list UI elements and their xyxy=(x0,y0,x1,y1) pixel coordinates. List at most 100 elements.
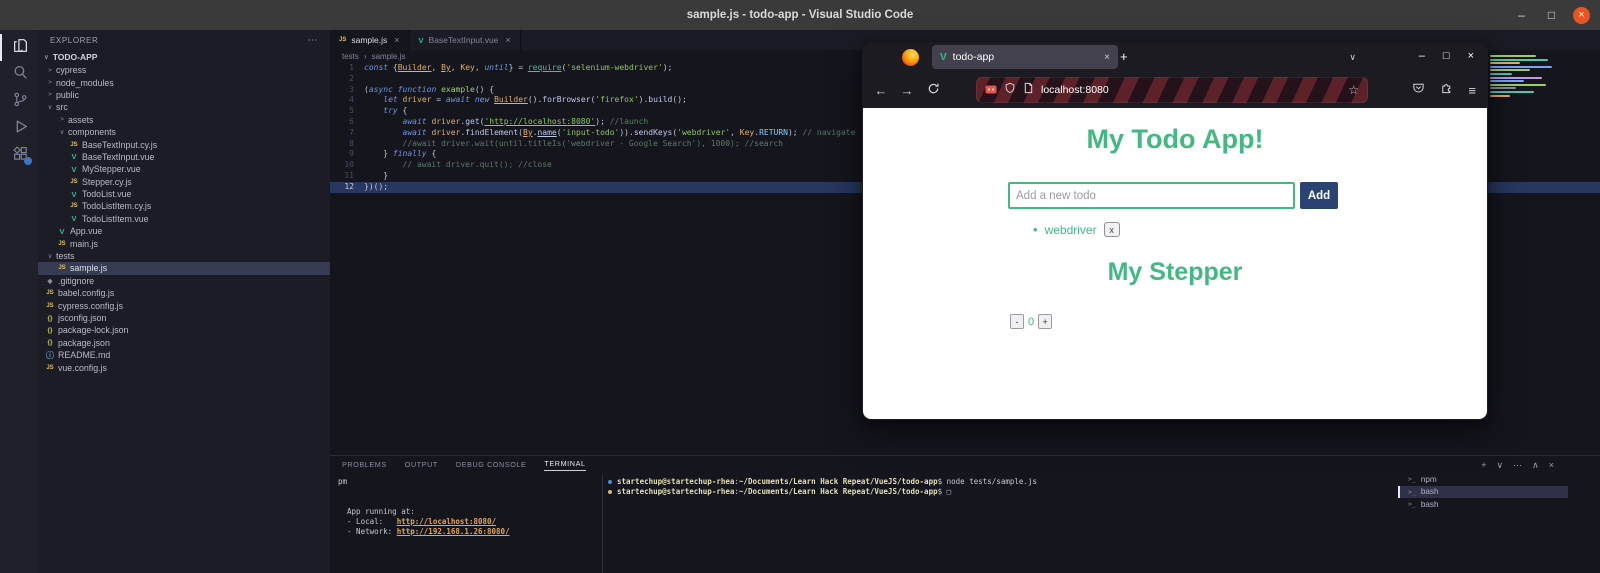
explorer-item-TodoListItem.vue[interactable]: V TodoListItem.vue xyxy=(38,213,330,225)
more-actions-icon[interactable]: ⋯ xyxy=(307,35,318,46)
bullet-icon: • xyxy=(1033,222,1038,237)
terminal-list-item-bash-2[interactable]: >_ bash xyxy=(1398,498,1568,511)
close-button[interactable]: × xyxy=(1468,50,1474,62)
file-label: .gitignore xyxy=(58,275,95,286)
list-tabs-chevron-icon[interactable]: ∨ xyxy=(1349,52,1356,63)
explorer-item-main.js[interactable]: JS main.js xyxy=(38,237,330,249)
pocket-icon[interactable] xyxy=(1412,81,1425,99)
close-tab-icon[interactable]: × xyxy=(394,35,399,45)
stepper-increment-button[interactable]: + xyxy=(1038,314,1053,329)
git-file-icon: ◆ xyxy=(47,277,53,285)
terminal-npm-output[interactable]: pm App running at: - Local: http://local… xyxy=(338,477,593,537)
explorer-item-.gitignore[interactable]: ◆ .gitignore xyxy=(38,275,330,287)
explorer-item-Stepper.cy.js[interactable]: JS Stepper.cy.js xyxy=(38,176,330,188)
maximize-button[interactable]: □ xyxy=(1443,50,1450,62)
panel-actions: + ∨ ⋯ ∧ × xyxy=(1481,460,1554,471)
add-todo-button[interactable]: Add xyxy=(1300,182,1338,209)
explorer-item-src[interactable]: ∨ src xyxy=(38,101,330,113)
file-label: vue.config.js xyxy=(58,362,107,373)
sidebar-item-run-debug[interactable] xyxy=(0,115,38,142)
minimize-button[interactable]: – xyxy=(1419,50,1425,62)
terminal-list-item-npm-0[interactable]: >_ npm xyxy=(1398,473,1568,486)
stepper-decrement-button[interactable]: - xyxy=(1010,314,1024,329)
browser-tab-todo-app[interactable]: V todo-app × xyxy=(932,45,1118,69)
chevron-up-icon[interactable]: ∧ xyxy=(1532,460,1539,471)
line-number: 11 xyxy=(344,170,354,180)
address-bar[interactable]: localhost:8080 ☆ xyxy=(976,77,1368,103)
firefox-titlebar[interactable]: V todo-app × + ∨ – □ × xyxy=(862,42,1488,72)
explorer-item-cypress[interactable]: > cypress xyxy=(38,64,330,76)
explorer-item-BaseTextInput.vue[interactable]: V BaseTextInput.vue xyxy=(38,151,330,163)
maximize-button[interactable]: □ xyxy=(1543,7,1560,24)
explorer-item-public[interactable]: > public xyxy=(38,89,330,101)
close-tab-icon[interactable]: × xyxy=(1104,52,1110,63)
panel-tab-output[interactable]: OUTPUT xyxy=(405,460,438,469)
file-label: main.js xyxy=(70,238,98,249)
explorer-item-sample.js[interactable]: JS sample.js xyxy=(38,262,330,275)
robot-icon[interactable] xyxy=(985,81,997,99)
explorer-item-babel.config.js[interactable]: JS babel.config.js xyxy=(38,287,330,299)
explorer-item-App.vue[interactable]: V App.vue xyxy=(38,225,330,237)
sidebar-item-source-control[interactable] xyxy=(0,88,38,115)
panel-tab-debug-console[interactable]: DEBUG CONSOLE xyxy=(456,460,527,469)
tab-label: sample.js xyxy=(351,35,388,45)
close-tab-icon[interactable]: × xyxy=(505,35,510,45)
extensions-puzzle-icon[interactable] xyxy=(1440,81,1453,99)
explorer-item-jsconfig.json[interactable]: {} jsconfig.json xyxy=(38,312,330,324)
explorer-item-components[interactable]: ∨ components xyxy=(38,126,330,138)
minimize-button[interactable]: – xyxy=(1513,7,1530,24)
breadcrumb-file[interactable]: sample.js xyxy=(372,52,406,61)
explorer-item-assets[interactable]: > assets xyxy=(38,114,330,126)
explorer-item-tests[interactable]: ∨ tests xyxy=(38,250,330,262)
chevron-down-icon: ∨ xyxy=(44,54,49,61)
shield-icon[interactable] xyxy=(1004,81,1016,99)
line-number: 4 xyxy=(349,95,354,105)
new-tab-button[interactable]: + xyxy=(1120,49,1128,64)
stepper: - 0 + xyxy=(1010,314,1053,329)
explorer-item-TodoListItem.cy.js[interactable]: JS TodoListItem.cy.js xyxy=(38,200,330,212)
panel-tab-terminal[interactable]: TERMINAL xyxy=(544,459,586,471)
url-text[interactable]: localhost:8080 xyxy=(1041,84,1341,96)
menu-icon[interactable]: ≡ xyxy=(1468,83,1476,98)
editor-tab-sample-js[interactable]: JS sample.js × xyxy=(330,30,410,50)
explorer-item-vue.config.js[interactable]: JS vue.config.js xyxy=(38,361,330,373)
explorer-item-MyStepper.vue[interactable]: V MyStepper.vue xyxy=(38,163,330,175)
explorer-item-node_modules[interactable]: > node_modules xyxy=(38,76,330,88)
page-info-icon[interactable] xyxy=(1023,81,1034,99)
explorer-item-package-lock.json[interactable]: {} package-lock.json xyxy=(38,324,330,336)
explorer-item-README.md[interactable]: ⓘ README.md xyxy=(38,349,330,361)
reload-button[interactable] xyxy=(926,82,940,98)
bookmark-star-icon[interactable]: ☆ xyxy=(1348,83,1359,97)
terminal-bash[interactable]: startechup@startechup-rhea:~/Documents/L… xyxy=(608,477,1388,497)
chevron-down-icon[interactable]: ∨ xyxy=(1497,460,1504,471)
todo-form: Add xyxy=(1008,182,1338,209)
minimap[interactable] xyxy=(1490,55,1564,109)
panel-tab-problems[interactable]: PROBLEMS xyxy=(342,460,387,469)
explorer-item-TodoList.vue[interactable]: V TodoList.vue xyxy=(38,188,330,200)
breadcrumb-folder[interactable]: tests xyxy=(342,52,359,61)
terminal-split-divider[interactable] xyxy=(602,474,603,573)
editor-tab-basetextinput-vue[interactable]: V BaseTextInput.vue × xyxy=(410,30,521,50)
bottom-panel: PROBLEMS OUTPUT DEBUG CONSOLE TERMINAL + ∨ ⋯ ∧… xyxy=(330,455,1600,573)
terminal-list-item-bash-1[interactable]: >_ bash xyxy=(1398,485,1568,498)
close-panel-icon[interactable]: × xyxy=(1549,460,1554,471)
explorer-item-cypress.config.js[interactable]: JS cypress.config.js xyxy=(38,299,330,311)
sidebar-item-extensions[interactable] xyxy=(0,142,38,169)
more-actions-icon[interactable]: ⋯ xyxy=(1513,460,1522,471)
sidebar-item-explorer[interactable] xyxy=(0,34,38,61)
firefox-icon[interactable] xyxy=(902,49,919,66)
sidebar-item-search[interactable] xyxy=(0,61,38,88)
back-button[interactable]: ← xyxy=(874,83,888,98)
new-terminal-icon[interactable]: + xyxy=(1481,460,1486,471)
breadcrumb[interactable]: tests › sample.js xyxy=(330,50,405,63)
todo-input[interactable] xyxy=(1008,182,1295,209)
json-file-icon: {} xyxy=(47,339,53,347)
close-button[interactable]: × xyxy=(1573,6,1590,24)
forward-button[interactable]: → xyxy=(900,83,914,98)
chevron-down-icon: ∨ xyxy=(59,129,65,137)
js-file-icon: JS xyxy=(58,265,66,272)
explorer-item-BaseTextInput.cy.js[interactable]: JS BaseTextInput.cy.js xyxy=(38,138,330,150)
project-section-header[interactable]: ∨ TODO-APP xyxy=(38,50,330,64)
remove-todo-button[interactable]: x xyxy=(1103,222,1120,237)
explorer-item-package.json[interactable]: {} package.json xyxy=(38,337,330,349)
